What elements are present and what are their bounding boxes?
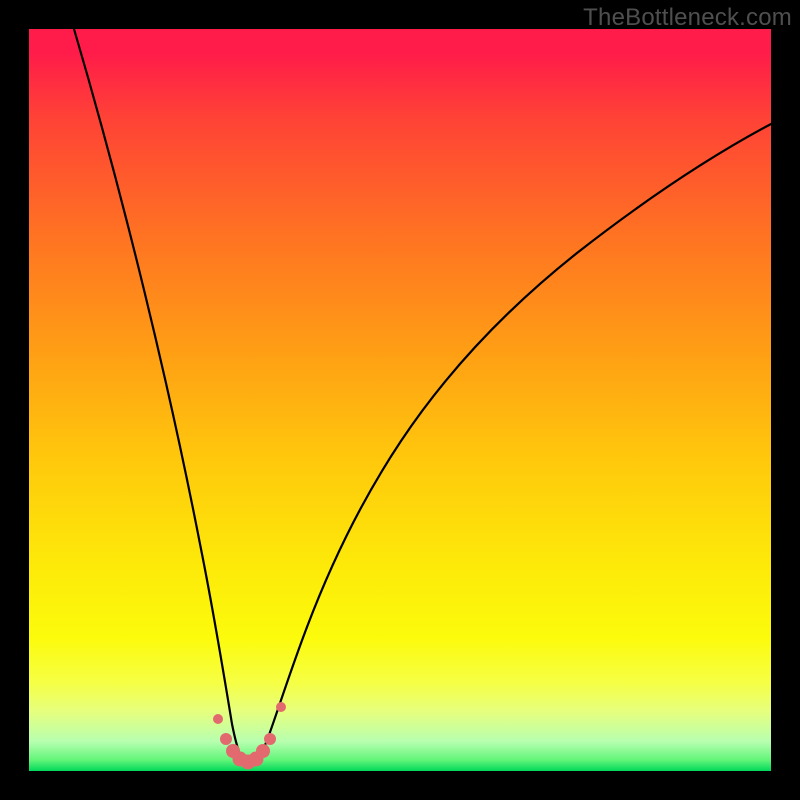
curve-dot — [213, 714, 223, 724]
bottleneck-curve-path — [74, 29, 771, 763]
watermark-text: TheBottleneck.com — [583, 4, 792, 32]
curve-dot — [264, 733, 276, 745]
highlighted-points — [213, 702, 286, 770]
chart-plot-area — [29, 29, 771, 771]
curve-dot — [256, 744, 270, 758]
curve-dot — [220, 733, 232, 745]
curve-dot — [276, 702, 286, 712]
bottleneck-curve-svg — [29, 29, 771, 771]
